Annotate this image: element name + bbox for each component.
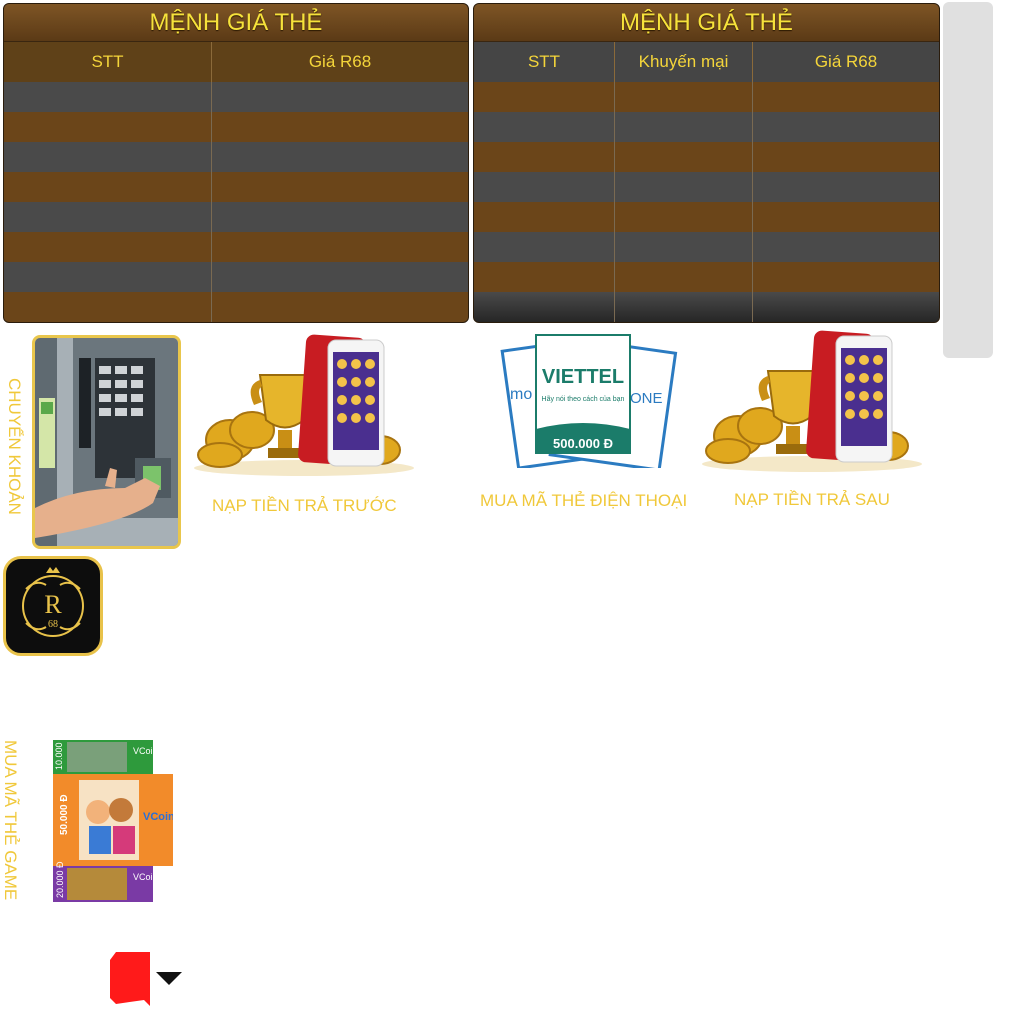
column-header-price: Giá R68 <box>308 52 372 71</box>
table-cell <box>474 262 615 292</box>
table-row <box>474 232 939 262</box>
trophy-phone-icon <box>702 330 922 472</box>
language-dropdown[interactable] <box>110 952 186 1013</box>
postpaid-option[interactable]: NẠP TIỀN TRẢ SAU <box>698 326 926 516</box>
prepaid-option[interactable]: NẠP TIỀN TRẢ TRƯỚC <box>190 330 418 520</box>
phone-card-label[interactable]: MUA MÃ THẺ ĐIỆN THOẠI <box>480 491 687 511</box>
table-title: MỆNH GIÁ THẺ <box>474 4 939 42</box>
table-cell <box>4 232 212 262</box>
viettel-logo: VIETTEL <box>542 366 624 388</box>
vcoin-value-2: 50.000 Đ <box>59 794 70 835</box>
table-cell <box>753 232 939 262</box>
vcoin-value-3: 20.000 Đ <box>55 861 65 898</box>
table-cell <box>212 262 468 292</box>
table-row <box>4 232 468 262</box>
table-cell <box>212 202 468 232</box>
table-row <box>474 262 939 292</box>
table-cell <box>615 232 753 262</box>
table-row <box>4 142 468 172</box>
price-table-left: MỆNH GIÁ THẺ STT Giá R68 <box>3 3 469 323</box>
table-cell <box>615 82 753 112</box>
table-cell <box>615 112 753 142</box>
table-cell <box>474 202 615 232</box>
logo-letter: R <box>44 590 62 619</box>
table-cell <box>4 292 212 322</box>
table-cell <box>753 292 939 322</box>
table-cell <box>4 82 212 112</box>
table-cell <box>615 262 753 292</box>
table-cell <box>753 112 939 142</box>
game-card-image[interactable]: 10.000 Đ VCoin 50.000 Đ VCoin 20.000 Đ V… <box>53 733 175 902</box>
r68-logo[interactable]: R 68 <box>3 556 103 656</box>
table-header: STT Khuyến mại Giá R68 <box>474 42 939 82</box>
table-cell <box>615 172 753 202</box>
table-row <box>474 112 939 142</box>
vcoin-brand-1: VCoin <box>133 746 158 756</box>
table-row <box>474 142 939 172</box>
table-cell <box>474 292 615 322</box>
table-row <box>474 172 939 202</box>
trophy-phone-icon <box>194 334 414 476</box>
card-back-left-text: mo <box>510 386 532 403</box>
postpaid-label[interactable]: NẠP TIỀN TRẢ SAU <box>734 490 890 510</box>
table-cell <box>753 172 939 202</box>
table-cell <box>212 232 468 262</box>
atm-image[interactable] <box>32 335 181 549</box>
table-cell <box>212 142 468 172</box>
table-cell <box>4 142 212 172</box>
chevron-down-icon[interactable] <box>156 972 182 985</box>
table-cell <box>212 172 468 202</box>
table-row <box>474 82 939 112</box>
table-cell <box>753 142 939 172</box>
table-header: STT Giá R68 <box>4 42 468 82</box>
vcoin-brand-2: VCoin <box>143 811 173 823</box>
table-row <box>474 202 939 232</box>
table-cell <box>4 172 212 202</box>
vcoin-brand-3: VCoin <box>133 872 158 882</box>
game-card-label[interactable]: MUA MÃ THẺ GAME <box>0 740 20 900</box>
table-row <box>474 292 939 322</box>
table-cell <box>4 112 212 142</box>
column-header-stt: STT <box>474 42 615 82</box>
table-cell <box>474 142 615 172</box>
table-title: MỆNH GIÁ THẺ <box>4 4 468 42</box>
table-cell <box>615 292 753 322</box>
table-row <box>4 82 468 112</box>
table-cell <box>212 292 468 322</box>
table-cell <box>4 262 212 292</box>
column-header-promo: Khuyến mại <box>615 42 753 82</box>
scrollbar[interactable] <box>943 2 993 358</box>
bank-transfer-label[interactable]: CHUYỂN KHOẢN <box>4 378 24 515</box>
table-row <box>4 172 468 202</box>
table-cell <box>4 202 212 232</box>
table-cell <box>212 82 468 112</box>
price-table-right: MỆNH GIÁ THẺ STT Khuyến mại Giá R68 <box>473 3 940 323</box>
table-cell <box>753 262 939 292</box>
table-row <box>4 262 468 292</box>
table-cell <box>753 202 939 232</box>
table-row <box>4 292 468 322</box>
table-cell <box>474 232 615 262</box>
phone-card-option[interactable]: mo ONE VIETTEL Hãy nói theo cách của bạn… <box>478 333 693 518</box>
column-header-stt: STT <box>4 42 212 82</box>
table-row <box>4 112 468 142</box>
prepaid-label[interactable]: NẠP TIỀN TRẢ TRƯỚC <box>212 496 397 516</box>
table-cell <box>474 112 615 142</box>
table-cell <box>212 112 468 142</box>
column-header-price: Giá R68 <box>814 52 878 71</box>
table-cell <box>753 82 939 112</box>
phone-card-icon: mo ONE VIETTEL Hãy nói theo cách của bạn… <box>500 334 678 472</box>
table-cell <box>474 172 615 202</box>
table-cell <box>615 202 753 232</box>
logo-number: 68 <box>48 619 58 630</box>
vcoin-value-1: 10.000 Đ <box>54 740 64 770</box>
viettel-slogan: Hãy nói theo cách của bạn <box>542 395 625 403</box>
card-value: 500.000 Đ <box>553 436 613 451</box>
table-row <box>4 202 468 232</box>
table-cell <box>474 82 615 112</box>
card-back-right-text: ONE <box>630 390 663 407</box>
table-cell <box>615 142 753 172</box>
